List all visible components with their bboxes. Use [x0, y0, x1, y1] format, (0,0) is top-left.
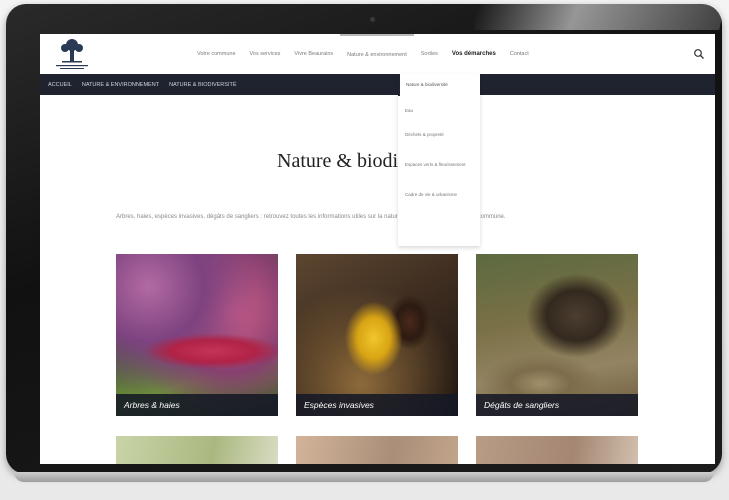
nav-sorties[interactable]: Sorties	[414, 34, 445, 74]
nav-dropdown-menu: Nature & biodiversité Eau Déchets & prop…	[398, 74, 480, 246]
nav-vivre[interactable]: Vivre Beaurains	[287, 34, 340, 74]
nav-nature-environnement[interactable]: Nature & environnement	[340, 34, 414, 74]
card-partial[interactable]	[116, 436, 278, 464]
dropdown-item[interactable]: Eau	[405, 108, 475, 114]
card-label: Arbres & haies	[116, 394, 278, 416]
camera-dot	[370, 17, 375, 22]
website-screen: Votre commune Vos services Vivre Beaurai…	[40, 34, 715, 464]
nav-vos-services[interactable]: Vos services	[243, 34, 288, 74]
nav-votre-commune[interactable]: Votre commune	[190, 34, 243, 74]
card-degats-sangliers[interactable]: Dégâts de sangliers	[476, 254, 638, 416]
screen-glare	[473, 4, 725, 30]
device-base	[14, 472, 714, 482]
dropdown-item[interactable]: Nature & biodiversité	[398, 74, 480, 96]
site-header: Votre commune Vos services Vivre Beaurai…	[40, 34, 715, 75]
card-partial[interactable]	[296, 436, 458, 464]
dropdown-item[interactable]: Cadre de vie & urbanisme	[405, 192, 475, 198]
page-intro: Arbres, haies, espèces invasives, dégâts…	[116, 214, 506, 220]
breadcrumb-item[interactable]: Nature & environnement	[77, 82, 164, 88]
dropdown-item[interactable]: Espaces verts & fleurissement	[405, 162, 475, 168]
breadcrumb-item: Nature & biodiversité	[169, 81, 237, 88]
breadcrumb-item[interactable]: Accueil	[40, 82, 77, 88]
breadcrumb: Accueil Nature & environnement Nature & …	[40, 74, 715, 95]
main-nav: Votre commune Vos services Vivre Beaurai…	[190, 34, 536, 74]
nav-contact[interactable]: Contact	[503, 34, 536, 74]
card-arbres-haies[interactable]: Arbres & haies	[116, 254, 278, 416]
site-logo[interactable]	[50, 37, 94, 71]
card-label: Espèces invasives	[296, 394, 458, 416]
tablet-device: Votre commune Vos services Vivre Beaurai…	[6, 4, 725, 474]
card-especes-invasives[interactable]: Espèces invasives	[296, 254, 458, 416]
search-icon[interactable]	[693, 48, 705, 60]
dropdown-item[interactable]: Déchets & propreté	[405, 132, 475, 138]
card-label: Dégâts de sangliers	[476, 394, 638, 416]
card-partial[interactable]	[476, 436, 638, 464]
nav-vos-demarches[interactable]: Vos démarches	[445, 34, 503, 74]
